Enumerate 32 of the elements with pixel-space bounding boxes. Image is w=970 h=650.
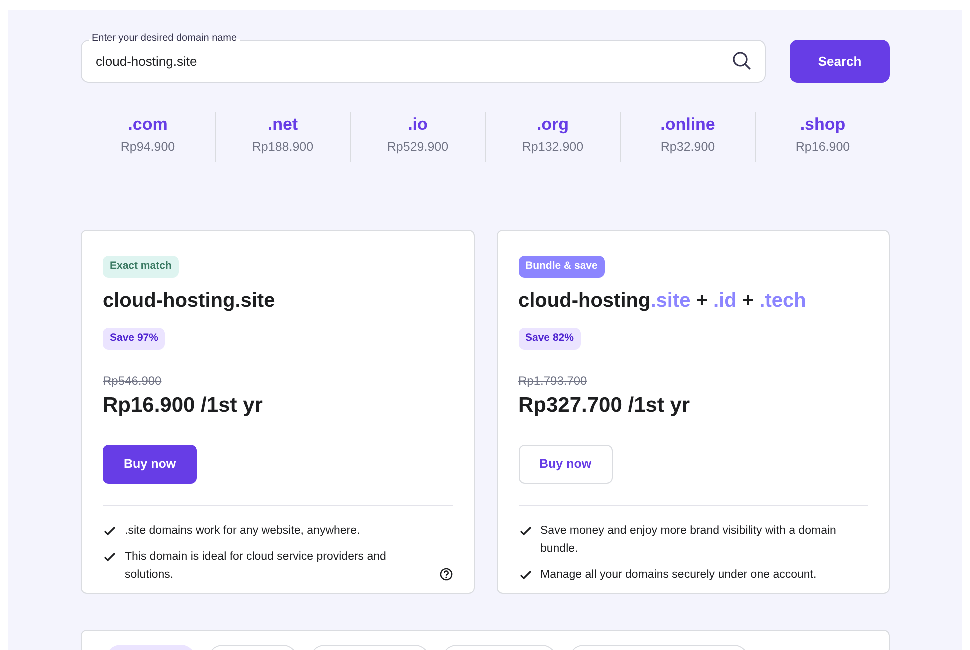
tld-price: Rp16.900 [794, 138, 852, 156]
tld-price: Rp188.900 [251, 138, 315, 156]
price: Rp16.900 /1st yr [103, 392, 264, 418]
discount-tag: Save 82% [518, 328, 581, 350]
help-icon[interactable] [440, 568, 452, 581]
tag: Bundle & save [518, 256, 605, 278]
feature-text: This domain is ideal for cloud service providers and solutions. [125, 550, 388, 583]
buy-button[interactable]: Buy now [103, 445, 198, 484]
search-icon[interactable] [732, 51, 752, 71]
tld-name[interactable]: .shop [756, 112, 890, 138]
feature-text: Save money and enjoy more brand visibility with a domain bundle. [540, 524, 838, 557]
tld-name[interactable]: .io [351, 112, 485, 138]
old-price: Rp546.900 [103, 372, 163, 390]
feature-text: .site domains work for any website, anywhere. [125, 524, 360, 539]
field-label: Enter your desired domain name [89, 32, 240, 46]
tld-price: Rp529.900 [386, 138, 450, 156]
tld-price: Rp132.900 [521, 138, 585, 156]
tld-price: Rp94.900 [120, 138, 176, 156]
search-button[interactable]: Search [790, 40, 890, 83]
tld-price: Rp32.900 [660, 138, 716, 156]
tld-name[interactable]: .org [486, 112, 620, 138]
domain-title: cloud-hosting.site + .id + .tech [518, 288, 808, 314]
tag: Exact match [103, 256, 179, 278]
tld-name[interactable]: .net [216, 112, 350, 138]
price: Rp327.700 /1st yr [518, 392, 692, 418]
feature-text: Manage all your domains securely under one account. [540, 568, 817, 583]
discount-tag: Save 97% [103, 328, 166, 350]
old-price: Rp1.793.700 [518, 372, 588, 390]
domain-title: cloud-hosting.site [103, 288, 276, 314]
tld-name[interactable]: .online [621, 112, 755, 138]
buy-button[interactable]: Buy now [518, 445, 613, 484]
tld-name[interactable]: .com [81, 112, 215, 138]
